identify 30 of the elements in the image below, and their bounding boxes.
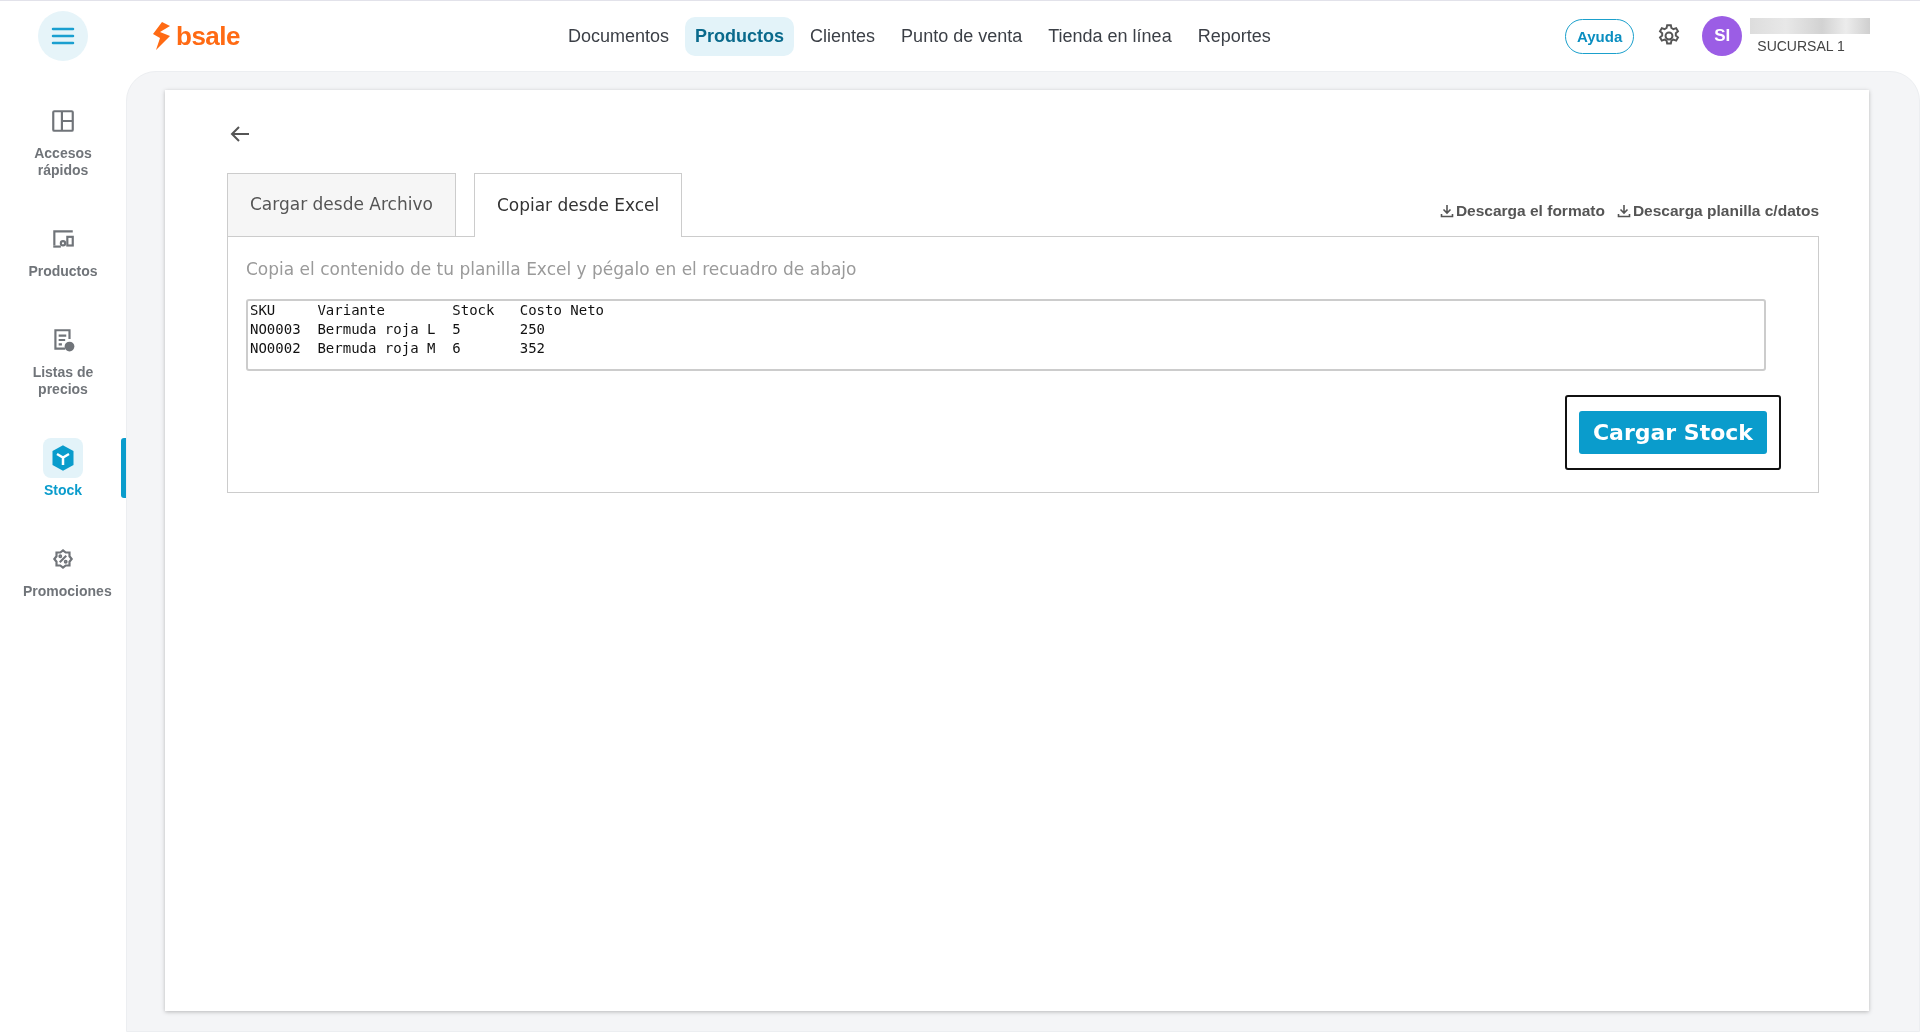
lightning-logo-icon — [152, 22, 172, 50]
brand-name: bsale — [176, 20, 240, 52]
devices-icon — [50, 227, 76, 251]
layout-icon — [50, 108, 76, 134]
download-icon — [1439, 204, 1454, 218]
download-icon — [1616, 204, 1631, 218]
help-button[interactable]: Ayuda — [1565, 18, 1635, 54]
sidebar-item[interactable]: Promociones — [0, 539, 126, 600]
nav-link[interactable]: Reportes — [1187, 16, 1281, 56]
active-indicator — [121, 438, 126, 498]
sidebar-item[interactable]: Productos — [0, 219, 126, 280]
discount-badge-icon — [50, 546, 76, 572]
tab[interactable]: Cargar desde Archivo — [227, 173, 456, 236]
sidebar-item[interactable]: Listas de precios — [0, 320, 126, 398]
menu-icon — [51, 27, 75, 45]
branch-name: SUCURSAL 1 — [1757, 38, 1846, 54]
download-link[interactable]: Descarga el formato — [1439, 202, 1605, 220]
user-avatar[interactable]: SI — [1702, 16, 1743, 56]
paste-field[interactable]: SKU Variante Stock Costo Neto NO0003 Bermuda roja L 5 250 NO0002 Bermuda roja M 6 352 — [246, 299, 1766, 371]
nav-link[interactable]: Documentos — [558, 16, 680, 56]
nav-link[interactable]: Clientes — [800, 16, 886, 56]
nav-link[interactable]: Productos — [685, 16, 795, 56]
instructions-text: Copia el contenido de tu planilla Excel y pégalo en el recuadro de abajo — [246, 259, 858, 279]
box-icon — [51, 445, 75, 471]
sidebar-item[interactable]: Accesos rápidos — [0, 101, 126, 179]
menu-button[interactable] — [38, 11, 88, 61]
nav-link[interactable]: Tienda en línea — [1038, 16, 1182, 56]
download-link[interactable]: Descarga planilla c/datos — [1616, 202, 1819, 220]
tab[interactable]: Copiar desde Excel — [473, 173, 683, 237]
nav-link[interactable]: Punto de venta — [891, 16, 1033, 56]
